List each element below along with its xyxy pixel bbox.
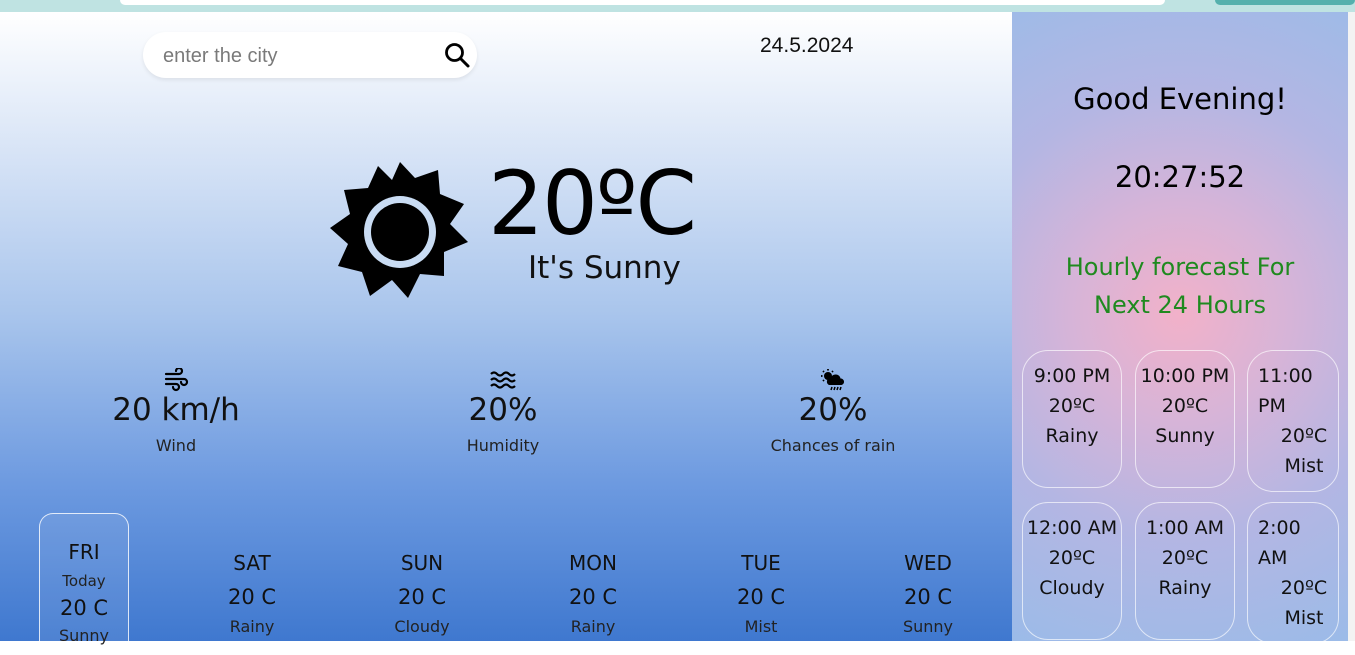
wind-icon <box>164 368 189 392</box>
hour-time: 11:00 <box>1258 365 1313 387</box>
day-name: SUN <box>400 551 444 575</box>
wind-value: 20 km/h <box>112 392 240 428</box>
hourly-card[interactable]: 10:00 PM 20ºC Sunny <box>1135 350 1235 488</box>
rain-value: 20% <box>798 392 868 428</box>
daily-card-today[interactable]: FRI Today 20 C Sunny <box>39 513 129 655</box>
current-date: 24.5.2024 <box>760 34 854 57</box>
day-temperature: 20 C <box>568 585 618 609</box>
side-panel: Good Evening! 20:27:52 Hourly forecast F… <box>1012 12 1348 644</box>
day-name: WED <box>904 551 952 575</box>
hour-time: 10:00 PM <box>1140 365 1230 387</box>
hourly-forecast-title: Hourly forecast For Next 24 Hours <box>1042 248 1318 324</box>
daily-card[interactable]: TUE 20 C Mist <box>706 551 816 636</box>
humidity-stat: 20% Humidity <box>403 368 603 455</box>
greeting: Good Evening! <box>1073 82 1287 116</box>
daily-card[interactable]: WED 20 C Sunny <box>873 551 983 636</box>
hour-time-suffix: AM <box>1258 547 1288 569</box>
clock: 20:27:52 <box>1114 160 1246 194</box>
hour-time: 9:00 PM <box>1033 365 1111 387</box>
rain-stat: 20% Chances of rain <box>733 368 933 455</box>
hourly-card[interactable]: 12:00 AM 20ºC Cloudy <box>1022 502 1122 640</box>
humidity-icon <box>490 371 516 389</box>
humidity-label: Humidity <box>466 436 540 455</box>
hour-time: 1:00 AM <box>1145 517 1225 539</box>
hour-condition: Mist <box>1284 455 1324 477</box>
toolbar-pill <box>1215 0 1355 5</box>
day-condition: Sunny <box>58 626 110 645</box>
day-temperature: 20 C <box>59 596 109 620</box>
sun-icon <box>330 162 468 298</box>
current-temperature: 20ºC <box>488 152 697 255</box>
scrollbar[interactable] <box>1348 12 1355 641</box>
hour-time-suffix: PM <box>1258 395 1286 417</box>
day-condition: Sunny <box>902 617 954 636</box>
hourly-card[interactable]: 1:00 AM 20ºC Rainy <box>1135 502 1235 640</box>
hour-temperature: 20ºC <box>1048 395 1096 417</box>
city-search-input[interactable] <box>161 41 425 71</box>
day-condition: Rainy <box>229 617 275 636</box>
humidity-value: 20% <box>468 392 538 428</box>
day-temperature: 20 C <box>736 585 786 609</box>
main-panel: 24.5.2024 20ºC It's Sunny 20 km/h Wind 2… <box>0 12 1012 655</box>
hourly-card[interactable]: 9:00 PM 20ºC Rainy <box>1022 350 1122 488</box>
search-box <box>143 32 477 78</box>
hour-temperature: 20ºC <box>1161 395 1209 417</box>
hour-condition: Rainy <box>1045 425 1099 447</box>
browser-top-strip <box>0 0 1355 12</box>
current-condition: It's Sunny <box>528 250 681 286</box>
hour-temperature: 20ºC <box>1280 425 1328 447</box>
hour-temperature: 20ºC <box>1280 577 1328 599</box>
daily-card[interactable]: SUN 20 C Cloudy <box>367 551 477 636</box>
search-icon[interactable] <box>443 41 471 69</box>
day-temperature: 20 C <box>903 585 953 609</box>
hour-time: 12:00 AM <box>1026 517 1118 539</box>
wind-stat: 20 km/h Wind <box>76 368 276 455</box>
hour-temperature: 20ºC <box>1161 547 1209 569</box>
rain-cloud-icon <box>821 369 845 391</box>
hour-condition: Sunny <box>1155 425 1215 447</box>
daily-card[interactable]: MON 20 C Rainy <box>538 551 648 636</box>
hour-condition: Mist <box>1284 607 1324 629</box>
address-bar-edge <box>120 0 1165 5</box>
day-temperature: 20 C <box>397 585 447 609</box>
day-subtitle: Today <box>62 572 106 590</box>
hour-time: 2:00 <box>1258 517 1301 539</box>
hour-temperature: 20ºC <box>1048 547 1096 569</box>
day-name: SAT <box>233 551 271 575</box>
hourly-title-line-1: Hourly forecast For <box>1065 253 1295 281</box>
hourly-title-line-2: Next 24 Hours <box>1093 291 1267 319</box>
daily-card[interactable]: SAT 20 C Rainy <box>197 551 307 636</box>
day-name: TUE <box>741 551 781 575</box>
day-condition: Cloudy <box>394 617 450 636</box>
hourly-card[interactable]: 2:00 AM 20ºC Mist <box>1247 502 1339 644</box>
hour-condition: Rainy <box>1158 577 1212 599</box>
day-condition: Rainy <box>570 617 616 636</box>
wind-label: Wind <box>155 436 197 455</box>
rain-label: Chances of rain <box>770 436 896 455</box>
day-name: FRI <box>68 540 100 564</box>
day-name: MON <box>569 551 617 575</box>
hour-condition: Cloudy <box>1039 577 1105 599</box>
hourly-card[interactable]: 11:00 PM 20ºC Mist <box>1247 350 1339 492</box>
day-temperature: 20 C <box>227 585 277 609</box>
day-condition: Mist <box>744 617 778 636</box>
